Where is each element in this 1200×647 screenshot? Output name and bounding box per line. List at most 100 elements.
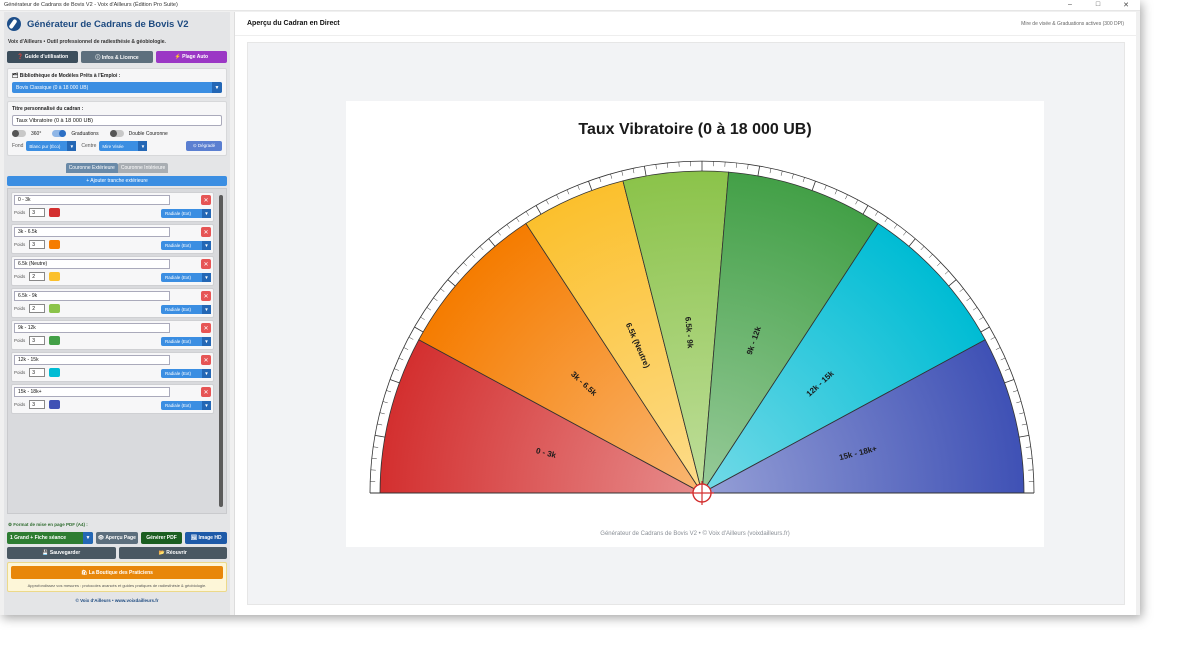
poids-label: Poids: [14, 306, 26, 311]
shop-text: Approfondissez vos mesures : protocoles …: [27, 583, 207, 588]
graduation-tick: [903, 231, 907, 236]
radiale-select[interactable]: Radiale (Ext) ▼: [161, 209, 211, 218]
info-licence-button[interactable]: ⓘ Infos & Licence: [81, 51, 153, 63]
poids-label: Poids: [14, 242, 26, 247]
weight-input[interactable]: 3: [29, 368, 46, 377]
graduation-tick: [394, 368, 399, 371]
graduation-tick: [791, 173, 794, 179]
color-swatch[interactable]: [49, 304, 61, 313]
toggle-360[interactable]: [12, 130, 26, 137]
guide-button[interactable]: ❓ Guide d'utilisation: [7, 51, 79, 63]
maximize-button[interactable]: □: [1084, 1, 1112, 9]
toggle-double-couronne[interactable]: [109, 130, 124, 137]
slice-name-input[interactable]: 6.5k (Neutre): [14, 259, 170, 269]
format-label: ⚙ Format de mise en page PDF (A4) :: [8, 522, 88, 527]
color-swatch[interactable]: [49, 240, 61, 249]
weight-input[interactable]: 3: [29, 336, 46, 345]
graduation-tick: [937, 262, 941, 267]
slice-name-input[interactable]: 15k - 18k+: [14, 387, 170, 397]
radiale-select[interactable]: Radiale (Ext) ▼: [161, 305, 211, 314]
preview-canvas: Taux Vibratoire (0 à 18 000 UB) 0 - 3k 3k…: [247, 42, 1125, 605]
fond-select[interactable]: Blanc pur (Éco) ▼: [26, 141, 77, 151]
graduation-tick: [780, 170, 783, 176]
slice-name-input[interactable]: 6.5k - 9k: [14, 291, 170, 301]
poids-label: Poids: [14, 210, 26, 215]
chevron-down-icon: ▼: [202, 337, 211, 346]
delete-icon[interactable]: ✕: [201, 323, 211, 333]
preview-title: Aperçu du Cadran en Direct: [247, 20, 340, 27]
delete-icon[interactable]: ✕: [201, 227, 211, 237]
graduation-tick: [371, 458, 377, 460]
add-slice-button[interactable]: + Ajouter tranche extérieure: [7, 176, 227, 186]
delete-icon[interactable]: ✕: [201, 195, 211, 205]
delete-icon[interactable]: ✕: [201, 259, 211, 269]
weight-input[interactable]: 2: [29, 304, 46, 313]
title-bar: Générateur de Cadrans de Bovis V2 - Voix…: [0, 0, 1140, 11]
radiale-select[interactable]: Radiale (Ext) ▼: [161, 369, 211, 378]
weight-input[interactable]: 3: [29, 208, 46, 217]
chevron-down-icon: ▼: [202, 305, 211, 314]
chevron-down-icon: ▼: [202, 209, 211, 218]
library-select[interactable]: Bovis Classique (0 à 18 000 UB) ▼: [12, 82, 222, 93]
graduation-tick: [643, 165, 647, 176]
radiale-select[interactable]: Radiale (Ext) ▼: [161, 337, 211, 346]
app-window: Générateur de Cadrans de Bovis V2 - Voix…: [0, 0, 1140, 615]
tab-couronne-exterieure[interactable]: Couronne Extérieure: [65, 163, 118, 173]
weight-input[interactable]: 3: [29, 400, 46, 409]
slice-name-input[interactable]: 9k - 12k: [14, 323, 170, 333]
fond-value: Blanc pur (Éco): [29, 143, 61, 149]
radiale-value: Radiale (Ext): [165, 211, 192, 216]
poids-label: Poids: [14, 274, 26, 279]
plage-auto-button[interactable]: ⚡ Plage Auto: [155, 51, 227, 63]
color-swatch[interactable]: [49, 400, 61, 409]
graduation-tick: [769, 168, 772, 174]
degrade-button[interactable]: ⊙ Dégradé: [186, 141, 222, 151]
color-swatch[interactable]: [49, 208, 61, 217]
delete-icon[interactable]: ✕: [201, 387, 211, 397]
radiale-select[interactable]: Radiale (Ext) ▼: [161, 401, 211, 410]
graduation-tick: [735, 162, 737, 168]
radiale-select[interactable]: Radiale (Ext) ▼: [161, 273, 211, 282]
weight-input[interactable]: 2: [29, 272, 46, 281]
slice-name-input[interactable]: 12k - 15k: [14, 355, 170, 365]
reopen-button[interactable]: 📂 Réouvrir: [118, 547, 227, 559]
scrollbar[interactable]: [219, 195, 223, 507]
minimize-button[interactable]: –: [1056, 1, 1084, 9]
tab-couronne-interieure[interactable]: Couronne Intérieure: [117, 163, 169, 173]
format-select[interactable]: 1 Grand + Fiche séance ▼: [7, 532, 93, 544]
color-swatch[interactable]: [49, 336, 61, 345]
apercu-page-button[interactable]: 👁 Aperçu Page: [96, 532, 138, 544]
graduation-tick: [811, 180, 816, 191]
graduation-tick: [577, 185, 580, 190]
radiale-value: Radiale (Ext): [165, 275, 192, 280]
generer-pdf-button[interactable]: Générer PDF: [140, 532, 183, 544]
centre-select[interactable]: Mire Visée ▼: [99, 141, 148, 151]
graduation-tick: [382, 401, 388, 404]
chevron-down-icon: ▼: [202, 273, 211, 282]
chevron-down-icon: ▼: [212, 82, 222, 93]
list-item: 3k - 6.5k ✕ Poids 3 Radiale (Ext) ▼: [11, 224, 214, 254]
color-swatch[interactable]: [49, 272, 61, 281]
delete-icon[interactable]: ✕: [201, 355, 211, 365]
radiale-value: Radiale (Ext): [165, 403, 192, 408]
app-logo-icon: [7, 17, 21, 31]
save-button[interactable]: 💾 Sauvegarder: [7, 547, 116, 559]
delete-icon[interactable]: ✕: [201, 291, 211, 301]
toggle-graduations[interactable]: [52, 130, 67, 137]
sidebar-footer[interactable]: © Voix d'Ailleurs • www.voixdailleurs.fr: [7, 598, 227, 603]
close-button[interactable]: ✕: [1112, 1, 1140, 9]
shop-box: 🛍 La Boutique des Praticiens Approfondis…: [7, 562, 227, 592]
radiale-select[interactable]: Radiale (Ext) ▼: [161, 241, 211, 250]
title-input[interactable]: Taux Vibratoire (0 à 18 000 UB): [12, 115, 222, 126]
shop-button[interactable]: 🛍 La Boutique des Praticiens: [11, 566, 223, 579]
color-swatch[interactable]: [49, 368, 61, 377]
slice-name-input[interactable]: 3k - 6.5k: [14, 227, 170, 237]
weight-input[interactable]: 3: [29, 240, 46, 249]
list-item: 15k - 18k+ ✕ Poids 3 Radiale (Ext) ▼: [11, 384, 214, 414]
graduation-tick: [447, 279, 456, 287]
slice-name-input[interactable]: 0 - 3k: [14, 195, 170, 205]
graduation-tick: [599, 177, 602, 183]
image-hd-button[interactable]: 🖼 Image HD: [185, 532, 228, 544]
graduation-tick: [440, 288, 445, 292]
fond-label: Fond: [12, 143, 24, 149]
